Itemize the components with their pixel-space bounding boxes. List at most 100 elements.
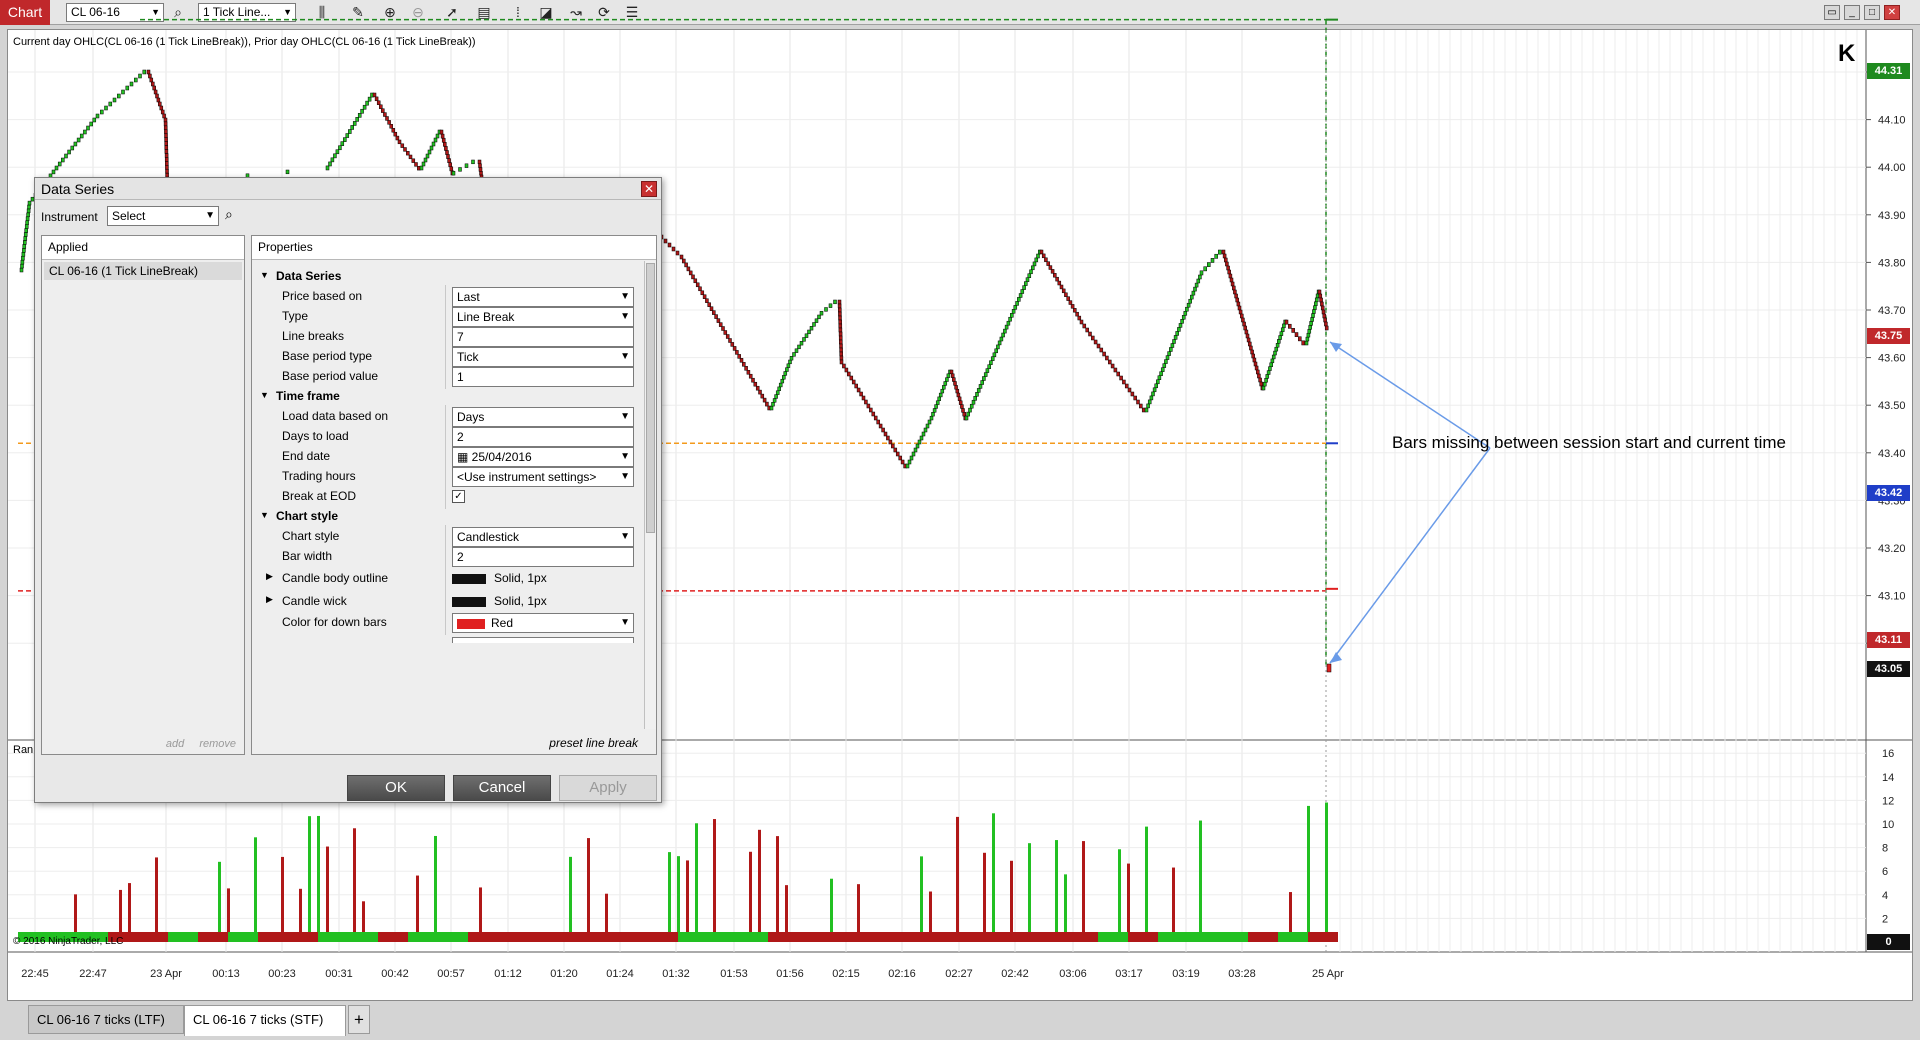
line-break-brick: [931, 412, 935, 417]
line-break-brick: [149, 77, 154, 83]
expand-icon[interactable]: ▶: [266, 594, 273, 605]
ok-button[interactable]: OK: [347, 775, 445, 801]
line-break-brick: [429, 145, 434, 151]
line-break-brick: [1319, 297, 1323, 303]
instrument-select[interactable]: Select ▼: [107, 206, 219, 226]
line-break-brick: [164, 157, 169, 162]
applied-item[interactable]: CL 06-16 (1 Tick LineBreak): [44, 262, 242, 280]
line-break-brick: [1073, 308, 1077, 313]
line-break-brick: [471, 159, 475, 165]
line-break-brick: [21, 252, 26, 257]
prop-label: Bar width: [282, 549, 333, 563]
line-break-brick: [325, 165, 330, 171]
search-icon[interactable]: ⌕: [225, 206, 233, 223]
applied-panel: Applied CL 06-16 (1 Tick LineBreak) add …: [41, 235, 245, 755]
volume-base-bar: [378, 932, 408, 942]
line-break-brick: [702, 294, 707, 299]
days-to-load-field[interactable]: 2: [452, 427, 634, 447]
add-link[interactable]: add: [166, 738, 184, 750]
line-break-brick: [165, 168, 169, 174]
properties-scrollbar[interactable]: [644, 261, 656, 729]
line-breaks-field[interactable]: 7: [452, 327, 634, 347]
line-break-brick: [22, 244, 27, 249]
line-break-brick: [932, 408, 937, 413]
line-break-brick: [786, 363, 791, 368]
line-break-brick: [982, 376, 986, 381]
line-break-brick: [838, 335, 843, 341]
line-break-brick: [760, 393, 765, 399]
line-break-brick: [1029, 269, 1033, 275]
bar-width-field[interactable]: 2: [452, 547, 634, 567]
end-date-picker[interactable]: ▦ 25/04/2016 ▼: [452, 447, 634, 467]
line-break-brick: [1025, 277, 1030, 282]
volume-bar: [569, 856, 572, 942]
volume-base-bar: [888, 932, 918, 942]
cancel-button[interactable]: Cancel: [453, 775, 551, 801]
type-select[interactable]: Line Break ▼: [452, 307, 634, 327]
up-color-select[interactable]: [452, 637, 634, 643]
volume-tick-label: 10: [1882, 819, 1894, 831]
volume-base-bar: [528, 932, 558, 942]
close-icon[interactable]: ✕: [641, 181, 657, 197]
dialog-titlebar[interactable]: Data Series ✕: [35, 178, 661, 200]
load-data-select[interactable]: Days ▼: [452, 407, 634, 427]
line-break-brick: [983, 372, 988, 377]
collapse-icon[interactable]: ▼: [260, 390, 269, 400]
line-break-brick: [1221, 249, 1226, 255]
line-break-brick: [19, 267, 24, 273]
line-break-brick: [1091, 335, 1095, 341]
line-break-brick: [92, 117, 97, 123]
jump-to-end-icon[interactable]: K: [1838, 40, 1855, 68]
line-break-brick: [755, 385, 760, 391]
line-break-brick: [937, 396, 941, 401]
prop-candle-body-outline[interactable]: ▶ Candle body outline Solid, 1px: [252, 567, 645, 591]
line-break-brick: [839, 351, 843, 357]
line-break-brick: [1314, 297, 1319, 303]
line-break-brick: [695, 282, 700, 288]
volume-bar: [218, 861, 221, 942]
data-series-dialog: Data Series ✕ Instrument Select ▼ ⌕ Appli…: [34, 177, 662, 803]
expand-icon[interactable]: ▶: [266, 571, 273, 582]
volume-bar: [983, 852, 986, 942]
price-based-on-select[interactable]: Last ▼: [452, 287, 634, 307]
line-break-brick: [451, 171, 456, 176]
volume-bar: [353, 828, 356, 942]
line-break-brick: [1228, 273, 1233, 279]
tab-stf[interactable]: CL 06-16 7 ticks (STF): [184, 1005, 346, 1036]
tab-ltf[interactable]: CL 06-16 7 ticks (LTF): [28, 1005, 184, 1034]
line-break-brick: [807, 329, 811, 335]
volume-tick-label: 16: [1882, 748, 1894, 760]
line-break-brick: [440, 133, 445, 139]
chart-style-select[interactable]: Candlestick ▼: [452, 527, 634, 547]
remove-link[interactable]: remove: [199, 738, 236, 750]
line-break-brick: [435, 133, 440, 139]
time-tick-label: 01:56: [776, 968, 804, 980]
volume-base-bar: [708, 932, 738, 942]
line-break-brick: [1229, 277, 1234, 283]
base-period-value-field[interactable]: 1: [452, 367, 634, 387]
volume-base-bar: [258, 932, 288, 942]
apply-button[interactable]: Apply: [559, 775, 657, 801]
select-value: Red: [491, 616, 514, 630]
base-period-type-select[interactable]: Tick ▼: [452, 347, 634, 367]
line-break-brick: [799, 341, 804, 346]
line-break-brick: [1105, 355, 1109, 361]
line-break-brick: [1237, 305, 1242, 311]
collapse-icon[interactable]: ▼: [260, 510, 269, 520]
line-break-brick: [1193, 286, 1197, 292]
break-at-eod-checkbox[interactable]: ✓: [452, 490, 465, 503]
preset-label[interactable]: preset line break: [549, 736, 638, 750]
line-break-brick: [854, 383, 858, 389]
line-break-brick: [125, 85, 130, 91]
line-break-brick: [1050, 269, 1055, 274]
time-tick-label: 00:42: [381, 968, 409, 980]
line-break-brick: [1244, 329, 1249, 335]
trading-hours-select[interactable]: <Use instrument settings> ▼: [452, 467, 634, 487]
add-tab-button[interactable]: +: [348, 1005, 370, 1034]
line-break-brick: [819, 311, 824, 316]
line-break-brick: [1186, 302, 1191, 308]
collapse-icon[interactable]: ▼: [260, 270, 269, 280]
stroke-value: Solid, 1px: [494, 594, 547, 608]
down-color-select[interactable]: Red ▼: [452, 613, 634, 633]
scrollbar-thumb[interactable]: [646, 263, 655, 533]
